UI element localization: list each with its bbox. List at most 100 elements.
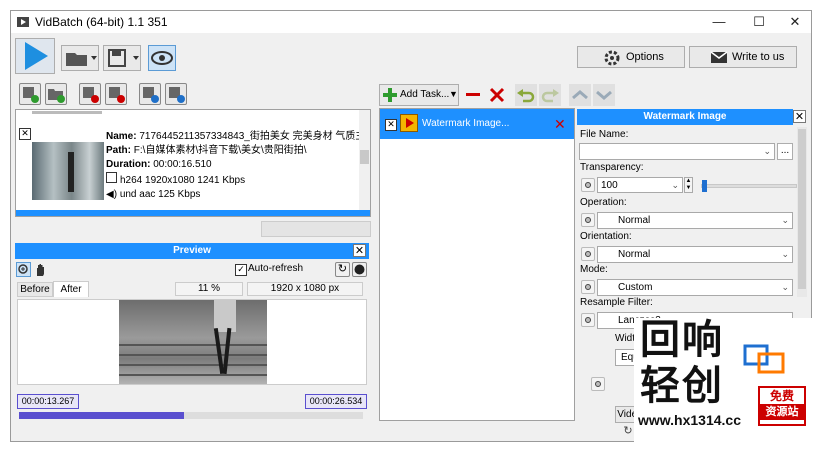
window-title: VidBatch (64-bit) 1.1 351 xyxy=(35,15,168,29)
maximize-button[interactable]: ☐ xyxy=(741,11,777,33)
clear-tasks-button[interactable] xyxy=(487,86,507,104)
operation-label: Operation: xyxy=(580,197,627,208)
add-file-icon xyxy=(23,87,39,103)
write-to-us-label: Write to us xyxy=(732,51,785,63)
status-refresh-icon[interactable]: ↻ xyxy=(621,424,635,438)
clear-files-button[interactable] xyxy=(105,83,127,105)
watermark-header: Watermark Image xyxy=(577,109,793,125)
transparency-spinner[interactable]: ▲ ▼ xyxy=(684,177,693,193)
operation-select[interactable]: Normal ⌄ xyxy=(597,212,793,229)
operation-value: Normal xyxy=(618,215,651,226)
task-down-button[interactable] xyxy=(593,84,615,106)
redo-button[interactable] xyxy=(539,84,561,106)
resample-eye-icon[interactable] xyxy=(581,313,595,327)
resolution-value: 1920 x 1080 px xyxy=(270,283,340,294)
dimension-eye-icon[interactable] xyxy=(591,377,605,391)
undo-button[interactable] xyxy=(515,84,537,106)
preview-close-button[interactable]: ✕ xyxy=(353,244,366,257)
orientation-value: Normal xyxy=(618,249,651,260)
file-checkbox[interactable]: ✕ xyxy=(19,128,31,140)
list-scrollbar[interactable] xyxy=(359,110,370,210)
name-value: 7176445211357334843_街拍美女 完美身材 气质主 xyxy=(139,131,360,142)
timeline-track[interactable] xyxy=(19,412,363,419)
remove-task-button[interactable] xyxy=(463,86,483,104)
move-up-icon xyxy=(143,87,159,103)
watermark-close-button[interactable]: ✕ xyxy=(793,110,806,123)
transparency-eye-icon[interactable] xyxy=(581,178,595,192)
file-name-input[interactable]: ⌄ xyxy=(579,143,775,160)
badge-line2: 资源站 xyxy=(760,404,804,420)
duration-label: Duration: xyxy=(106,159,151,170)
transparency-dropdown-icon: ⌄ xyxy=(671,180,679,190)
file-name-label: File Name: xyxy=(580,129,629,140)
redo-icon xyxy=(541,89,559,103)
preview-toggle-button[interactable] xyxy=(148,45,176,71)
add-task-button[interactable]: Add Task... ▼ xyxy=(379,84,459,106)
preview-canvas[interactable] xyxy=(17,299,367,385)
zoom-tool-button[interactable] xyxy=(16,262,31,277)
file-thumbnail xyxy=(32,142,104,200)
move-up-button[interactable] xyxy=(139,83,161,105)
chevron-up-icon xyxy=(572,90,588,100)
task-item[interactable]: ✕ Watermark Image... ✕ xyxy=(380,109,574,139)
resample-label: Resample Filter: xyxy=(580,297,653,308)
transparency-label: Transparency: xyxy=(580,162,644,173)
mode-label: Mode: xyxy=(580,264,608,275)
transparency-input[interactable]: 100 ⌄ xyxy=(597,177,683,193)
preview-title: Preview xyxy=(173,245,211,256)
preview-frame xyxy=(119,300,267,384)
minimize-button[interactable]: — xyxy=(701,11,737,33)
refresh-button[interactable]: ↻ xyxy=(335,262,350,277)
task-label: Watermark Image... xyxy=(422,118,510,129)
horizontal-scrollbar[interactable] xyxy=(261,221,371,237)
chevron-down-icon xyxy=(596,90,612,100)
operation-eye-icon[interactable] xyxy=(581,213,595,227)
task-up-button[interactable] xyxy=(569,84,591,106)
clear-x-icon xyxy=(489,87,505,103)
task-checkbox[interactable]: ✕ xyxy=(385,119,397,131)
task-remove-icon[interactable]: ✕ xyxy=(554,116,566,133)
screen-logo-icon xyxy=(742,342,792,378)
options-label: Options xyxy=(626,51,664,63)
save-button[interactable] xyxy=(103,45,141,71)
watermark-badge: 免费 资源站 xyxy=(758,386,806,426)
path-label: Path: xyxy=(106,145,131,156)
selected-row-strip xyxy=(16,210,370,216)
tab-before[interactable]: Before xyxy=(17,282,53,297)
duration-value: 00:00:16.510 xyxy=(153,159,212,170)
list-scroll-indicator xyxy=(32,111,102,114)
hand-tool-button[interactable] xyxy=(33,262,48,277)
video-info: h264 1920x1080 1241 Kbps xyxy=(120,175,246,186)
file-item[interactable]: ✕ Name: 7176445211357334843_街拍美女 完美身材 气质… xyxy=(16,116,361,206)
video-icon xyxy=(106,172,117,183)
tab-after-label: After xyxy=(60,284,82,295)
settings-scrollbar[interactable] xyxy=(797,127,807,297)
transparency-slider[interactable] xyxy=(701,180,797,192)
eye-icon xyxy=(151,51,173,65)
options-button[interactable]: Options xyxy=(577,46,685,68)
mode-value: Custom xyxy=(618,282,653,293)
auto-refresh-checkbox[interactable]: ✓ xyxy=(235,264,247,276)
browse-button[interactable]: ... xyxy=(777,143,793,160)
write-to-us-button[interactable]: Write to us xyxy=(689,46,797,68)
close-button[interactable]: ✕ xyxy=(777,11,813,33)
add-file-button[interactable] xyxy=(19,83,41,105)
record-button[interactable] xyxy=(352,262,367,277)
time-end-value: 00:00:26.534 xyxy=(309,396,363,406)
app-icon xyxy=(16,15,30,29)
orientation-eye-icon[interactable] xyxy=(581,247,595,261)
preview-toolbar: ✓ Auto-refresh ↻ xyxy=(15,261,369,279)
add-folder-icon xyxy=(48,89,65,103)
add-folder-button[interactable] xyxy=(45,83,67,105)
tab-after[interactable]: After xyxy=(53,281,89,297)
open-folder-button[interactable] xyxy=(61,45,99,71)
play-button[interactable] xyxy=(15,38,55,74)
mode-select[interactable]: Custom ⌄ xyxy=(597,279,793,296)
mode-eye-icon[interactable] xyxy=(581,280,595,294)
remove-file-button[interactable] xyxy=(79,83,101,105)
orientation-select[interactable]: Normal ⌄ xyxy=(597,246,793,263)
move-down-button[interactable] xyxy=(165,83,187,105)
watermark-title: Watermark Image xyxy=(643,111,727,122)
gear-icon xyxy=(604,50,620,66)
resolution-display: 1920 x 1080 px xyxy=(247,282,363,296)
